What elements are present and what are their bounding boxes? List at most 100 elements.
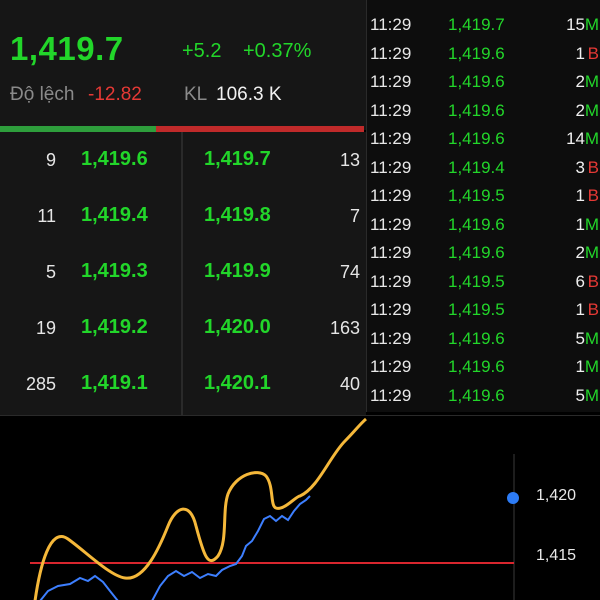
trade-side: M bbox=[584, 243, 599, 262]
trade-row: 11:29 1,419.5 6 B bbox=[367, 267, 600, 296]
trade-row: 11:29 1,419.7 15 M bbox=[367, 10, 600, 39]
trade-price: 1,419.6 bbox=[448, 43, 505, 63]
basis-value: -12.82 bbox=[88, 84, 142, 105]
trade-price: 1,419.6 bbox=[448, 100, 505, 120]
trade-volume: 5 bbox=[575, 385, 585, 405]
ask-qty: 7 bbox=[349, 206, 360, 226]
trade-volume: 15 bbox=[566, 15, 585, 34]
ask-price[interactable]: 1,420.0 bbox=[204, 316, 271, 339]
trade-row: 11:29 1,419.6 2 M bbox=[367, 67, 600, 96]
trade-time: 11:29 bbox=[370, 43, 412, 63]
bid-price[interactable]: 1,419.3 bbox=[81, 260, 148, 283]
bid-price[interactable]: 1,419.4 bbox=[81, 204, 148, 227]
bid-price[interactable]: 1,419.2 bbox=[81, 316, 148, 339]
trade-row: 11:29 1,419.6 5 M bbox=[367, 381, 600, 410]
trade-row: 11:29 1,419.6 2 M bbox=[367, 96, 600, 125]
trade-volume: 5 bbox=[575, 328, 585, 348]
trade-side: M bbox=[584, 129, 599, 148]
basis-label: Độ lệch bbox=[10, 84, 75, 105]
volume-value: 106.3 K bbox=[216, 84, 282, 105]
trade-log[interactable]: 11:29 1,419.7 15 M 11:29 1,419.6 1 B 11:29 1,419.… bbox=[366, 0, 600, 412]
intraday-chart[interactable]: 1,420 1,415 bbox=[0, 415, 600, 600]
trade-volume: 3 bbox=[575, 157, 585, 177]
last-price: 1,419.7 bbox=[10, 30, 124, 67]
trade-side: M bbox=[584, 357, 599, 376]
ask-price[interactable]: 1,420.1 bbox=[204, 372, 271, 395]
ask-qty: 163 bbox=[329, 318, 360, 338]
trade-time: 11:29 bbox=[370, 100, 412, 120]
trade-side: M bbox=[584, 100, 599, 120]
trade-price: 1,419.6 bbox=[448, 243, 505, 262]
trade-price: 1,419.5 bbox=[448, 271, 505, 291]
trade-time: 11:29 bbox=[370, 214, 412, 234]
price-change: +5.2 bbox=[182, 40, 222, 62]
bid-qty: 11 bbox=[37, 206, 56, 226]
ask-qty: 74 bbox=[339, 262, 360, 282]
trade-side: B bbox=[587, 271, 599, 291]
order-book-row[interactable]: 9 1,419.6 1,419.7 13 bbox=[0, 140, 366, 180]
trade-side: M bbox=[584, 214, 599, 234]
trade-row: 11:29 1,419.6 5 M bbox=[367, 324, 600, 353]
trade-price: 1,419.6 bbox=[448, 385, 505, 405]
ask-price[interactable]: 1,419.9 bbox=[204, 260, 271, 283]
trade-row: 11:29 1,419.6 2 M bbox=[367, 238, 600, 267]
axis-label-lower: 1,415 bbox=[536, 547, 577, 564]
trade-volume: 2 bbox=[575, 100, 585, 120]
bid-price[interactable]: 1,419.1 bbox=[81, 372, 148, 395]
ask-qty: 40 bbox=[339, 374, 360, 394]
price-change-percent: +0.37% bbox=[243, 40, 312, 62]
order-book-row[interactable]: 5 1,419.3 1,419.9 74 bbox=[0, 252, 366, 292]
overlay-line bbox=[33, 417, 367, 600]
intraday-chart-svg bbox=[30, 417, 519, 600]
trade-volume: 14 bbox=[566, 129, 585, 148]
trade-price: 1,419.6 bbox=[448, 357, 505, 376]
trade-volume: 1 bbox=[575, 43, 585, 63]
order-book-row[interactable]: 19 1,419.2 1,420.0 163 bbox=[0, 308, 366, 348]
order-book-row[interactable]: 285 1,419.1 1,420.1 40 bbox=[0, 364, 366, 404]
trade-time: 11:29 bbox=[370, 357, 412, 376]
ask-qty: 13 bbox=[339, 150, 360, 170]
trade-row: 11:29 1,419.5 1 B bbox=[367, 295, 600, 324]
trade-side: B bbox=[587, 157, 599, 177]
trade-price: 1,419.5 bbox=[448, 186, 505, 205]
trade-time: 11:29 bbox=[370, 271, 412, 291]
quote-header: 1,419.7 +5.2 +0.37% Độ lệch -12.82 KL 10… bbox=[0, 0, 366, 130]
trade-volume: 1 bbox=[575, 357, 585, 376]
trade-time: 11:29 bbox=[370, 300, 412, 319]
trade-time: 11:29 bbox=[370, 328, 412, 348]
ask-price[interactable]: 1,419.7 bbox=[204, 148, 271, 171]
bid-price[interactable]: 1,419.6 bbox=[81, 148, 148, 171]
trade-volume: 1 bbox=[575, 214, 585, 234]
axis-label-upper: 1,420 bbox=[536, 487, 577, 504]
bid-qty: 9 bbox=[45, 150, 56, 170]
trade-side: M bbox=[584, 72, 599, 91]
trade-price: 1,419.6 bbox=[448, 328, 505, 348]
trade-volume: 2 bbox=[575, 243, 585, 262]
trade-time: 11:29 bbox=[370, 72, 412, 91]
trade-side: M bbox=[584, 15, 599, 34]
trade-time: 11:29 bbox=[370, 186, 412, 205]
trade-time: 11:29 bbox=[370, 15, 412, 34]
trade-side: B bbox=[587, 43, 599, 63]
trade-row: 11:29 1,419.4 3 B bbox=[367, 153, 600, 182]
trade-price: 1,419.6 bbox=[448, 72, 505, 91]
trade-volume: 2 bbox=[575, 72, 585, 91]
trade-side: M bbox=[584, 328, 599, 348]
trade-row: 11:29 1,419.6 1 M bbox=[367, 352, 600, 381]
trade-volume: 1 bbox=[575, 186, 585, 205]
bid-qty: 19 bbox=[35, 318, 56, 338]
trade-price: 1,419.5 bbox=[448, 300, 505, 319]
trade-price: 1,419.6 bbox=[448, 214, 505, 234]
bid-qty: 285 bbox=[25, 374, 56, 394]
trade-time: 11:29 bbox=[370, 157, 412, 177]
trade-row: 11:29 1,419.6 1 B bbox=[367, 39, 600, 68]
trade-row: 11:29 1,419.5 1 B bbox=[367, 181, 600, 210]
ask-price[interactable]: 1,419.8 bbox=[204, 204, 271, 227]
trade-price: 1,419.6 bbox=[448, 129, 505, 148]
order-book-row[interactable]: 11 1,419.4 1,419.8 7 bbox=[0, 196, 366, 236]
trade-time: 11:29 bbox=[370, 129, 412, 148]
trade-side: B bbox=[587, 300, 599, 319]
trade-time: 11:29 bbox=[370, 385, 412, 405]
trade-side: B bbox=[587, 186, 599, 205]
current-price-marker bbox=[507, 492, 519, 504]
